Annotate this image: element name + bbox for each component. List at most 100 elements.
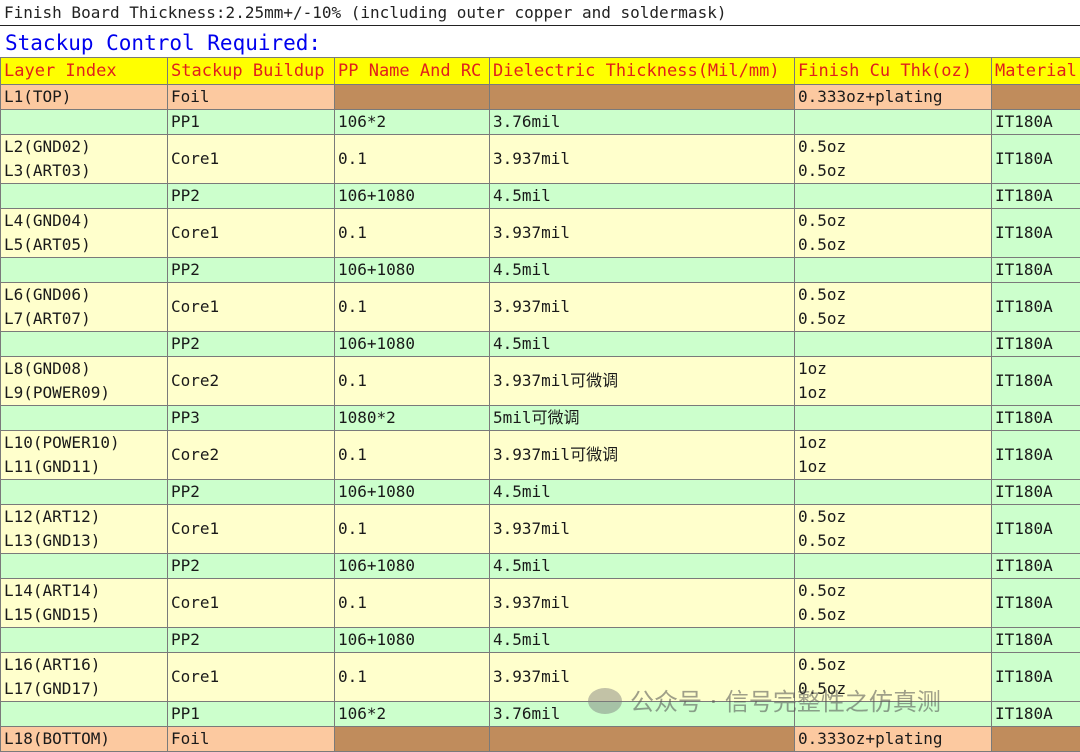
- thickness-cell: 4.5mil: [490, 332, 795, 357]
- cu-cell: 0.333oz+plating: [795, 727, 992, 752]
- pp-name-cell: 106+1080: [335, 332, 490, 357]
- buildup-cell: Core1: [168, 579, 335, 628]
- layer-name: L15(GND15): [4, 603, 167, 627]
- layer-name: L11(GND11): [4, 455, 167, 479]
- pp-name-cell: [335, 727, 490, 752]
- thickness-cell: 3.937mil: [490, 135, 795, 184]
- cu-cell: [795, 554, 992, 579]
- watermark: 公众号 · 信号完整性之仿真测: [588, 682, 941, 717]
- layer-cell: L4(GND04)L5(ART05): [1, 209, 168, 258]
- thickness-cell: 3.76mil: [490, 110, 795, 135]
- material-cell: IT180A: [992, 653, 1080, 702]
- layer-cell: [1, 554, 168, 579]
- buildup-cell: Core1: [168, 653, 335, 702]
- table-row-foil-top: L1(TOP) Foil 0.333oz+plating: [1, 85, 1080, 110]
- buildup-cell: PP2: [168, 628, 335, 653]
- layer-name: L8(GND08): [4, 357, 167, 381]
- table-row: PP1106*23.76milIT180A: [1, 110, 1080, 135]
- header-pp-name: PP Name And RC: [335, 58, 490, 85]
- material-cell: [992, 727, 1080, 752]
- layer-name: L14(ART14): [4, 579, 167, 603]
- header-layer-index: Layer Index: [1, 58, 168, 85]
- pp-name-cell: 0.1: [335, 579, 490, 628]
- layer-cell: L14(ART14)L15(GND15): [1, 579, 168, 628]
- pp-name-cell: 106+1080: [335, 628, 490, 653]
- material-cell: IT180A: [992, 135, 1080, 184]
- layer-cell: [1, 628, 168, 653]
- table-row: PP31080*25mil可微调IT180A: [1, 406, 1080, 431]
- layer-cell: L10(POWER10)L11(GND11): [1, 431, 168, 480]
- pp-name-cell: 0.1: [335, 283, 490, 332]
- material-cell: IT180A: [992, 258, 1080, 283]
- table-row: PP2106+10804.5milIT180A: [1, 480, 1080, 505]
- buildup-cell: Foil: [168, 85, 335, 110]
- table-row: L4(GND04)L5(ART05)Core10.13.937mil0.5oz0…: [1, 209, 1080, 258]
- header-finish-cu: Finish Cu Thk(oz): [795, 58, 992, 85]
- material-cell: IT180A: [992, 480, 1080, 505]
- table-row: L6(GND06)L7(ART07)Core10.13.937mil0.5oz0…: [1, 283, 1080, 332]
- layer-cell: L1(TOP): [1, 85, 168, 110]
- header-stackup-buildup: Stackup Buildup: [168, 58, 335, 85]
- buildup-cell: PP1: [168, 702, 335, 727]
- table-row: PP2106+10804.5milIT180A: [1, 184, 1080, 209]
- layer-cell: [1, 110, 168, 135]
- cu-value: 0.5oz: [798, 529, 991, 553]
- layer-name: L9(POWER09): [4, 381, 167, 405]
- cu-cell: [795, 480, 992, 505]
- buildup-cell: Core2: [168, 431, 335, 480]
- layer-cell: L12(ART12)L13(GND13): [1, 505, 168, 554]
- cu-cell: 1oz1oz: [795, 431, 992, 480]
- thickness-cell: 3.937mil可微调: [490, 431, 795, 480]
- table-row: L12(ART12)L13(GND13)Core10.13.937mil0.5o…: [1, 505, 1080, 554]
- pp-name-cell: 0.1: [335, 653, 490, 702]
- cu-value: 0.5oz: [798, 209, 991, 233]
- cu-cell: 0.5oz0.5oz: [795, 283, 992, 332]
- cu-cell: [795, 258, 992, 283]
- thickness-cell: 3.937mil: [490, 209, 795, 258]
- material-cell: IT180A: [992, 505, 1080, 554]
- layer-cell: [1, 406, 168, 431]
- cu-cell: 0.5oz0.5oz: [795, 135, 992, 184]
- buildup-cell: Core1: [168, 283, 335, 332]
- layer-name: L7(ART07): [4, 307, 167, 331]
- thickness-cell: [490, 727, 795, 752]
- header-dielectric-thickness: Dielectric Thickness(Mil/mm): [490, 58, 795, 85]
- material-cell: IT180A: [992, 209, 1080, 258]
- cu-cell: 0.5oz0.5oz: [795, 505, 992, 554]
- layer-cell: [1, 702, 168, 727]
- thickness-cell: 4.5mil: [490, 554, 795, 579]
- table-row: PP2106+10804.5milIT180A: [1, 628, 1080, 653]
- buildup-cell: PP2: [168, 258, 335, 283]
- pp-name-cell: 106+1080: [335, 258, 490, 283]
- stackup-table: Layer Index Stackup Buildup PP Name And …: [0, 57, 1080, 752]
- material-cell: IT180A: [992, 406, 1080, 431]
- table-row: L14(ART14)L15(GND15)Core10.13.937mil0.5o…: [1, 579, 1080, 628]
- pp-name-cell: 1080*2: [335, 406, 490, 431]
- material-cell: IT180A: [992, 283, 1080, 332]
- cu-cell: [795, 184, 992, 209]
- layer-name: L4(GND04): [4, 209, 167, 233]
- cu-cell: [795, 406, 992, 431]
- cu-value: 1oz: [798, 455, 991, 479]
- buildup-cell: PP2: [168, 480, 335, 505]
- thickness-cell: 3.937mil: [490, 283, 795, 332]
- material-cell: IT180A: [992, 579, 1080, 628]
- pp-name-cell: 106+1080: [335, 184, 490, 209]
- buildup-cell: PP1: [168, 110, 335, 135]
- layer-name: L3(ART03): [4, 159, 167, 183]
- thickness-cell: [490, 85, 795, 110]
- table-row: L2(GND02)L3(ART03)Core10.13.937mil0.5oz0…: [1, 135, 1080, 184]
- layer-name: L5(ART05): [4, 233, 167, 257]
- layer-cell: L16(ART16)L17(GND17): [1, 653, 168, 702]
- pp-name-cell: 106+1080: [335, 554, 490, 579]
- material-cell: IT180A: [992, 332, 1080, 357]
- cu-value: 0.5oz: [798, 283, 991, 307]
- cu-value: 1oz: [798, 357, 991, 381]
- thickness-cell: 4.5mil: [490, 258, 795, 283]
- thickness-cell: 4.5mil: [490, 628, 795, 653]
- layer-cell: L2(GND02)L3(ART03): [1, 135, 168, 184]
- header-material: Material: [992, 58, 1080, 85]
- cu-value: 0.5oz: [798, 505, 991, 529]
- material-cell: IT180A: [992, 431, 1080, 480]
- thickness-cell: 4.5mil: [490, 480, 795, 505]
